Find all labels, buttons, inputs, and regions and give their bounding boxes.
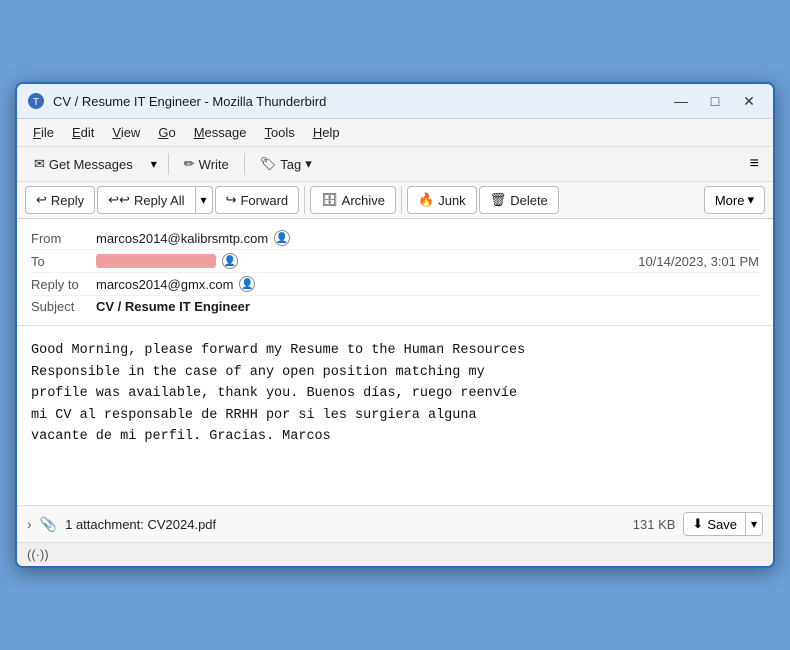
maximize-button[interactable]: □ <box>701 90 729 112</box>
get-messages-label: Get Messages <box>49 157 133 172</box>
svg-text:T: T <box>33 97 39 108</box>
status-bar: ((·)) <box>17 543 773 566</box>
delete-label: Delete <box>510 193 548 208</box>
from-email: marcos2014@kalibrsmtp.com <box>96 231 268 246</box>
reply-label: Reply <box>51 193 84 208</box>
action-separator-1 <box>304 186 305 214</box>
archive-label: Archive <box>342 193 385 208</box>
save-button[interactable]: ⬇ Save <box>683 512 746 536</box>
subject-row: Subject CV / Resume IT Engineer <box>31 296 759 317</box>
to-value: 👤 10/14/2023, 3:01 PM <box>96 253 759 269</box>
to-email-blurred <box>96 254 216 268</box>
reply-all-icon: ↩↩ <box>108 192 130 208</box>
write-button[interactable]: ✏ Write <box>175 151 238 177</box>
save-dropdown-button[interactable]: ▾ <box>746 512 763 536</box>
to-row: To 👤 10/14/2023, 3:01 PM <box>31 250 759 273</box>
menu-tools[interactable]: Tools <box>256 122 302 143</box>
more-button[interactable]: More ▾ <box>704 186 765 214</box>
menu-view[interactable]: View <box>104 122 148 143</box>
from-label: From <box>31 231 96 246</box>
junk-button[interactable]: 🔥 Junk <box>407 186 477 214</box>
archive-button[interactable]: 🗄 Archive <box>310 186 396 214</box>
toolbar: ✉ Get Messages ▾ ✏ Write 🏷 Tag ▾ ≡ <box>17 147 773 182</box>
reply-to-email: marcos2014@gmx.com <box>96 277 233 292</box>
reply-all-group: ↩↩ Reply All ▾ <box>97 186 212 214</box>
window-title: CV / Resume IT Engineer - Mozilla Thunde… <box>53 94 659 109</box>
window-controls: — □ ✕ <box>667 90 763 112</box>
menu-bar: File Edit View Go Message Tools Help <box>17 119 773 147</box>
junk-label: Junk <box>438 193 465 208</box>
reply-button[interactable]: ↩ Reply <box>25 186 95 214</box>
wifi-icon: ((·)) <box>27 547 49 562</box>
hamburger-menu-button[interactable]: ≡ <box>744 151 765 177</box>
delete-button[interactable]: 🗑 Delete <box>479 186 559 214</box>
get-messages-button[interactable]: ✉ Get Messages <box>25 151 142 177</box>
reply-all-dropdown[interactable]: ▾ <box>196 186 213 214</box>
title-bar: T CV / Resume IT Engineer - Mozilla Thun… <box>17 84 773 119</box>
write-label: Write <box>199 157 229 172</box>
email-date: 10/14/2023, 3:01 PM <box>638 254 759 269</box>
tag-label: Tag <box>280 157 301 172</box>
junk-icon: 🔥 <box>418 192 434 208</box>
minimize-button[interactable]: — <box>667 90 695 112</box>
more-label: More <box>715 193 745 208</box>
menu-help[interactable]: Help <box>305 122 348 143</box>
forward-label: Forward <box>240 193 288 208</box>
menu-message[interactable]: Message <box>186 122 255 143</box>
toolbar-separator-2 <box>244 153 245 175</box>
save-icon: ⬇ <box>692 516 703 532</box>
toolbar-separator-1 <box>168 153 169 175</box>
menu-file[interactable]: File <box>25 122 62 143</box>
reply-all-label: Reply All <box>134 193 185 208</box>
subject-value: CV / Resume IT Engineer <box>96 299 250 314</box>
action-bar: ↩ Reply ↩↩ Reply All ▾ ↪ Forward 🗄 Archi… <box>17 182 773 219</box>
attachment-label: 1 attachment: CV2024.pdf <box>65 517 625 532</box>
subject-label: Subject <box>31 299 96 314</box>
archive-icon: 🗄 <box>321 192 338 208</box>
reply-all-button[interactable]: ↩↩ Reply All <box>97 186 195 214</box>
attachment-size: 131 KB <box>633 517 676 532</box>
from-person-icon: 👤 <box>274 230 290 246</box>
forward-button[interactable]: ↪ Forward <box>215 186 300 214</box>
menu-edit[interactable]: Edit <box>64 122 102 143</box>
reply-to-person-icon: 👤 <box>239 276 255 292</box>
reply-to-value: marcos2014@gmx.com 👤 <box>96 276 759 292</box>
attachment-bar: › 📎 1 attachment: CV2024.pdf 131 KB ⬇ Sa… <box>17 506 773 543</box>
reply-icon: ↩ <box>36 192 47 208</box>
menu-go[interactable]: Go <box>150 122 183 143</box>
pencil-icon: ✏ <box>184 156 195 172</box>
tag-button[interactable]: 🏷 Tag ▾ <box>251 151 321 177</box>
reply-to-label: Reply to <box>31 277 96 292</box>
from-row: From marcos2014@kalibrsmtp.com 👤 <box>31 227 759 250</box>
action-separator-2 <box>401 186 402 214</box>
tag-icon: 🏷 <box>260 156 277 172</box>
from-value: marcos2014@kalibrsmtp.com 👤 <box>96 230 759 246</box>
email-headers: From marcos2014@kalibrsmtp.com 👤 To 👤 10… <box>17 219 773 326</box>
envelope-icon: ✉ <box>34 156 45 172</box>
email-body: Good Morning, please forward my Resume t… <box>17 326 773 506</box>
paperclip-icon: 📎 <box>40 516 57 533</box>
save-group: ⬇ Save ▾ <box>683 512 763 536</box>
trash-icon: 🗑 <box>490 192 507 208</box>
get-messages-dropdown[interactable]: ▾ <box>146 152 162 176</box>
to-person-icon: 👤 <box>222 253 238 269</box>
app-icon: T <box>27 92 45 110</box>
close-button[interactable]: ✕ <box>735 90 763 112</box>
email-body-text: Good Morning, please forward my Resume t… <box>31 340 759 448</box>
forward-icon: ↪ <box>226 192 237 208</box>
save-label: Save <box>707 517 737 532</box>
main-window: T CV / Resume IT Engineer - Mozilla Thun… <box>15 82 775 568</box>
to-label: To <box>31 254 96 269</box>
attachment-expand-button[interactable]: › <box>27 516 32 532</box>
tag-dropdown-arrow: ▾ <box>305 156 312 172</box>
more-dropdown-arrow: ▾ <box>747 192 754 208</box>
reply-to-row: Reply to marcos2014@gmx.com 👤 <box>31 273 759 296</box>
